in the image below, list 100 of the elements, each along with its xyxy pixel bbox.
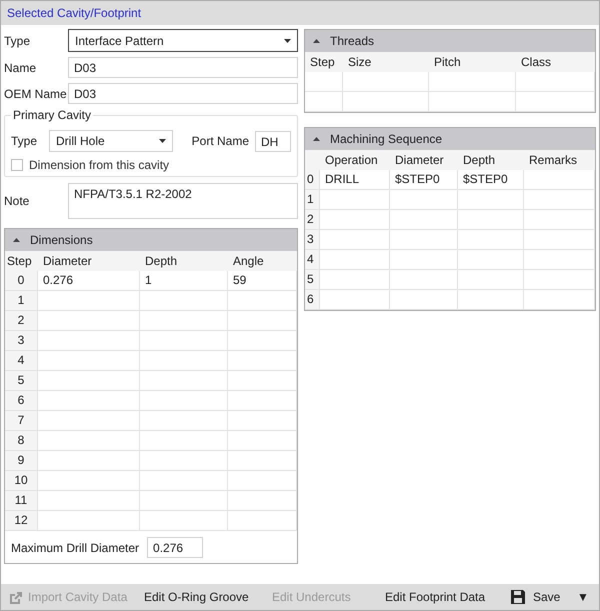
- field-label: OEM Name: [4, 86, 68, 100]
- row-number: 6: [305, 290, 320, 310]
- table-cell: [524, 270, 595, 290]
- max-diameter-field[interactable]: 0.276: [147, 537, 204, 558]
- table-cell: [305, 92, 343, 112]
- field-label: Port Name: [192, 134, 249, 148]
- table-cell: [228, 311, 297, 331]
- section-title: Dimensions: [30, 233, 93, 247]
- checkbox[interactable]: [11, 159, 23, 171]
- row-number: 5: [5, 371, 38, 391]
- table-cell: [390, 250, 458, 270]
- table-cell: [228, 411, 297, 431]
- toolbar-button[interactable]: Save: [511, 586, 577, 608]
- table-cell: [228, 451, 297, 471]
- checkbox-label: Dimension from this cavity: [29, 158, 170, 172]
- column-header: Angle: [228, 251, 297, 271]
- collapse-icon: [313, 137, 320, 141]
- column-header: Step: [305, 52, 343, 72]
- note-field[interactable]: NFPA/T3.5.1 R2-2002: [68, 183, 298, 219]
- port-name-field[interactable]: DH: [255, 130, 291, 152]
- caret-icon: [159, 139, 166, 143]
- collapse-icon: [13, 238, 20, 242]
- row-number: 1: [5, 291, 38, 311]
- table-cell: $STEP0: [390, 170, 458, 190]
- table-cell: [320, 210, 390, 230]
- row-number: 3: [305, 230, 320, 250]
- section-header[interactable]: Dimensions: [5, 229, 297, 251]
- row-number: 10: [5, 471, 38, 491]
- table-cell: [228, 371, 297, 391]
- row-number: 2: [5, 311, 38, 331]
- column-header: Class: [516, 52, 595, 72]
- table-cell: [305, 72, 343, 92]
- table-cell: [320, 270, 390, 290]
- toolbar-button[interactable]: Edit Footprint Data: [385, 586, 511, 608]
- table-cell: [228, 331, 297, 351]
- section-title: Machining Sequence: [330, 132, 442, 146]
- table-cell: [390, 270, 458, 290]
- field-label: Maximum Drill Diameter: [11, 540, 140, 554]
- field-label: Note: [4, 194, 30, 208]
- table-cell: [228, 291, 297, 311]
- save-icon: [511, 590, 525, 604]
- table-cell: $STEP0: [458, 170, 524, 190]
- column-header: Step: [5, 251, 38, 271]
- column-header: Depth: [140, 251, 228, 271]
- column-header: Diameter: [38, 251, 140, 271]
- table-cell: [390, 230, 458, 250]
- table-cell: [524, 230, 595, 250]
- oem-name-field[interactable]: D03: [68, 83, 298, 104]
- panel-title: Selected Cavity/Footprint: [1, 1, 599, 25]
- row-number: 2: [305, 210, 320, 230]
- column-header: Remarks: [524, 150, 595, 170]
- table-cell: [458, 290, 524, 310]
- table-cell: 59: [228, 271, 297, 291]
- table-cell: [524, 210, 595, 230]
- section-title: Threads: [330, 34, 374, 48]
- group-legend: Primary Cavity: [11, 108, 94, 122]
- table-cell: [320, 290, 390, 310]
- row-number: 6: [5, 391, 38, 411]
- field-label: Name: [4, 60, 38, 74]
- table-cell: [458, 190, 524, 210]
- column-header: Size: [343, 52, 429, 72]
- row-number: 0: [5, 271, 38, 291]
- row-number: 3: [5, 331, 38, 351]
- row-number: 12: [5, 511, 38, 531]
- table-cell: [228, 431, 297, 451]
- table-cell: [320, 190, 390, 210]
- row-number: 4: [5, 351, 38, 371]
- cavity-type-dropdown[interactable]: Drill Hole: [49, 130, 173, 152]
- table-cell: [524, 290, 595, 310]
- name-field[interactable]: D03: [68, 57, 298, 78]
- field-label: Type: [11, 134, 38, 148]
- table-cell: [228, 491, 297, 511]
- row-number: 5: [305, 270, 320, 290]
- row-number: 9: [5, 451, 38, 471]
- row-number: 8: [5, 431, 38, 451]
- column-header: Pitch: [429, 52, 516, 72]
- table-cell: [524, 250, 595, 270]
- table-cell: [228, 511, 297, 531]
- table-cell: [228, 391, 297, 411]
- import-icon: [9, 590, 24, 604]
- section-header[interactable]: Threads: [305, 30, 595, 52]
- table-cell: [458, 230, 524, 250]
- section-header[interactable]: Machining Sequence: [305, 128, 595, 150]
- table-cell: [458, 250, 524, 270]
- collapse-icon: [313, 39, 320, 43]
- table-cell: [458, 210, 524, 230]
- row-number: 11: [5, 491, 38, 511]
- column-header: Diameter: [390, 150, 458, 170]
- toolbar-button[interactable]: Edit O-Ring Groove: [144, 586, 272, 608]
- toolbar-button[interactable]: ▼: [577, 586, 589, 608]
- table-cell: 0.276: [38, 271, 140, 291]
- row-number: 4: [305, 250, 320, 270]
- table-cell: 1: [140, 271, 228, 291]
- table-cell: [524, 190, 595, 210]
- table-cell: [390, 190, 458, 210]
- table-cell: [390, 290, 458, 310]
- table-cell: [320, 250, 390, 270]
- column-header: Depth: [458, 150, 524, 170]
- row-number: 0: [305, 170, 320, 190]
- type-dropdown[interactable]: Interface Pattern: [68, 29, 298, 52]
